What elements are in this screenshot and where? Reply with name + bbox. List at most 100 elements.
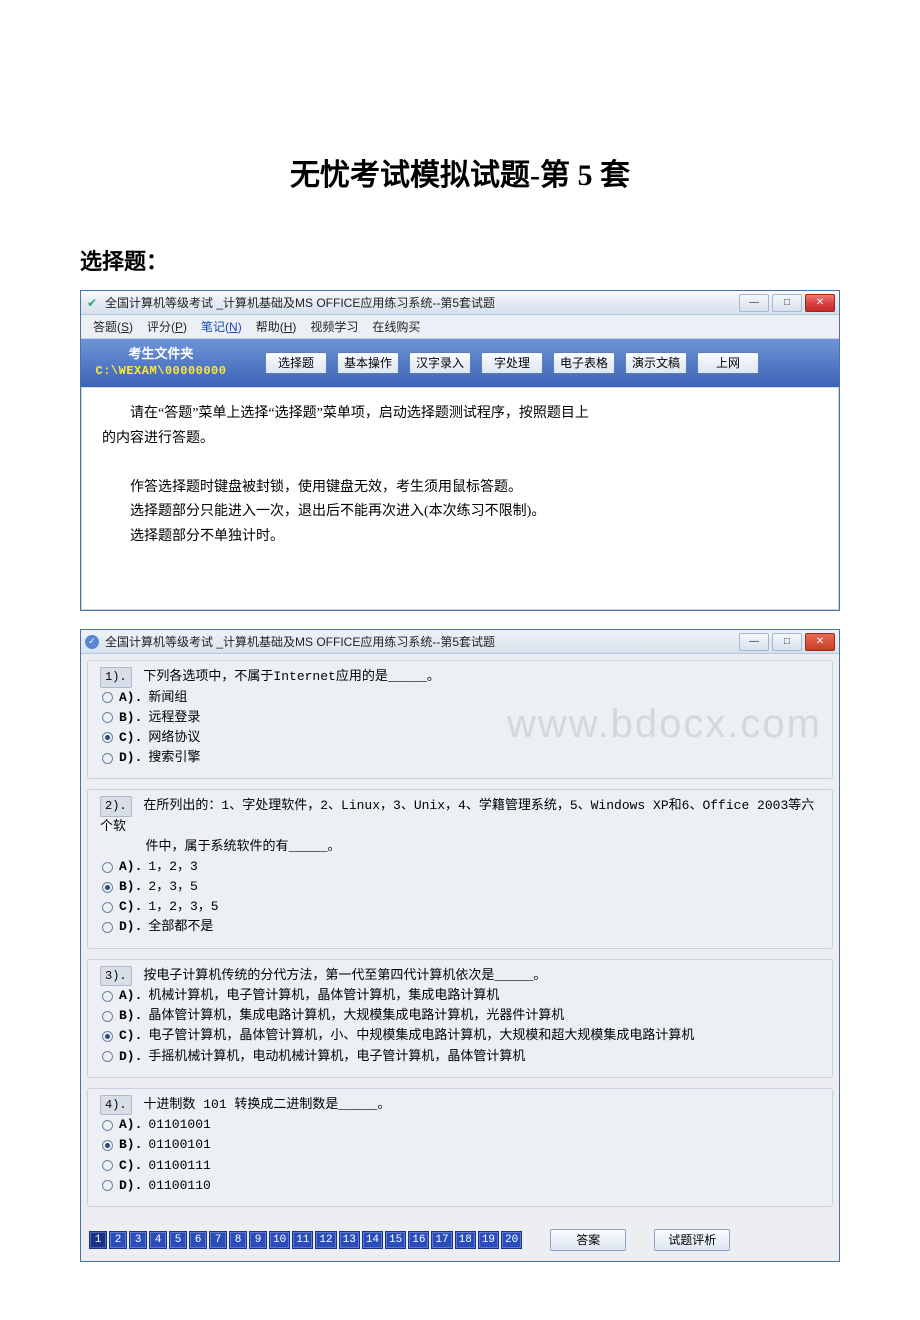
option-text: 晶体管计算机，集成电路计算机，大规模集成电路计算机，光器件计算机	[148, 1006, 564, 1026]
close-button[interactable]: ✕	[805, 294, 835, 312]
menu-item[interactable]: 视频学习	[310, 318, 358, 335]
section-tab[interactable]: 汉字录入	[409, 352, 471, 374]
radio-icon[interactable]	[102, 1160, 113, 1171]
page-button[interactable]: 6	[189, 1231, 207, 1249]
instruction-line: 选择题部分不单独计时。	[102, 525, 818, 550]
titlebar: ✔ 全国计算机等级考试 _计算机基础及MS OFFICE应用练习系统--第5套试…	[81, 291, 839, 315]
page-button[interactable]: 4	[149, 1231, 167, 1249]
app-icon: ✔	[85, 296, 99, 310]
section-tab[interactable]: 电子表格	[553, 352, 615, 374]
exam-folder-box: 考生文件夹 C:\WEXAM\00000000	[81, 343, 241, 383]
radio-icon[interactable]	[102, 753, 113, 764]
page-button[interactable]: 1	[89, 1231, 107, 1249]
option-row[interactable]: D). 手摇机械计算机，电动机械计算机，电子管计算机，晶体管计算机	[100, 1047, 820, 1067]
close-button[interactable]: ✕	[805, 633, 835, 651]
option-row[interactable]: C). 电子管计算机，晶体管计算机，小、中规模集成电路计算机，大规模和超大规模集…	[100, 1026, 820, 1046]
option-text: 01100111	[148, 1156, 210, 1176]
answers-button[interactable]: 答案	[550, 1229, 626, 1251]
menu-item[interactable]: 笔记(N)	[201, 318, 242, 335]
option-label: B).	[119, 708, 142, 728]
radio-icon[interactable]	[102, 1140, 113, 1151]
instruction-line: 请在“答题”菜单上选择“选择题”菜单项，启动选择题测试程序，按照题目上	[102, 402, 818, 427]
option-text: 1，2，3，5	[148, 897, 218, 917]
page-button[interactable]: 12	[315, 1231, 336, 1249]
page-button[interactable]: 19	[478, 1231, 499, 1249]
maximize-button[interactable]: □	[772, 633, 802, 651]
section-tab[interactable]: 选择题	[265, 352, 327, 374]
option-label: C).	[119, 1026, 142, 1046]
page-button[interactable]: 7	[209, 1231, 227, 1249]
page-button[interactable]: 10	[269, 1231, 290, 1249]
menu-item[interactable]: 答题(S)	[93, 318, 133, 335]
radio-icon[interactable]	[102, 882, 113, 893]
document-title: 无忧考试模拟试题-第 5 套	[80, 150, 840, 194]
radio-icon[interactable]	[102, 902, 113, 913]
minimize-button[interactable]: ―	[739, 294, 769, 312]
option-row[interactable]: C). 网络协议	[100, 728, 820, 748]
radio-icon[interactable]	[102, 712, 113, 723]
page-button[interactable]: 17	[431, 1231, 452, 1249]
option-row[interactable]: B). 远程登录	[100, 708, 820, 728]
option-text: 远程登录	[148, 708, 200, 728]
option-row[interactable]: B). 晶体管计算机，集成电路计算机，大规模集成电路计算机，光器件计算机	[100, 1006, 820, 1026]
radio-icon[interactable]	[102, 732, 113, 743]
folder-label: 考生文件夹	[87, 345, 235, 363]
page-button[interactable]: 5	[169, 1231, 187, 1249]
option-row[interactable]: C). 1，2，3，5	[100, 897, 820, 917]
question-text: 按电子计算机传统的分代方法，第一代至第四代计算机依次是_____。	[136, 968, 547, 983]
question-block: 3). 按电子计算机传统的分代方法，第一代至第四代计算机依次是_____。A).…	[87, 959, 833, 1078]
menu-item[interactable]: 评分(P)	[147, 318, 187, 335]
menu-item[interactable]: 在线购买	[372, 318, 420, 335]
option-text: 01100110	[148, 1176, 210, 1196]
page-button[interactable]: 14	[362, 1231, 383, 1249]
questions-window: ✓ 全国计算机等级考试 _计算机基础及MS OFFICE应用练习系统--第5套试…	[80, 629, 840, 1262]
section-tab[interactable]: 上网	[697, 352, 759, 374]
option-row[interactable]: B). 01100101	[100, 1135, 820, 1155]
option-text: 搜索引擎	[148, 748, 200, 768]
page-button[interactable]: 3	[129, 1231, 147, 1249]
section-tab[interactable]: 演示文稿	[625, 352, 687, 374]
page-button[interactable]: 2	[109, 1231, 127, 1249]
maximize-button[interactable]: □	[772, 294, 802, 312]
page-button[interactable]: 9	[249, 1231, 267, 1249]
option-label: B).	[119, 1006, 142, 1026]
radio-icon[interactable]	[102, 922, 113, 933]
radio-icon[interactable]	[102, 1180, 113, 1191]
option-label: C).	[119, 1156, 142, 1176]
radio-icon[interactable]	[102, 1011, 113, 1022]
page-button[interactable]: 8	[229, 1231, 247, 1249]
option-row[interactable]: A). 1，2，3	[100, 857, 820, 877]
radio-icon[interactable]	[102, 991, 113, 1002]
option-row[interactable]: A). 01101001	[100, 1115, 820, 1135]
analysis-button[interactable]: 试题评析	[654, 1229, 730, 1251]
option-row[interactable]: B). 2，3，5	[100, 877, 820, 897]
question-number: 2).	[100, 796, 132, 817]
page-button[interactable]: 20	[501, 1231, 522, 1249]
option-row[interactable]: C). 01100111	[100, 1156, 820, 1176]
question-text: 在所列出的：1、字处理软件，2、Linux，3、Unix，4、学籍管理系统，5、…	[100, 798, 814, 834]
option-row[interactable]: A). 机械计算机，电子管计算机，晶体管计算机，集成电路计算机	[100, 986, 820, 1006]
radio-icon[interactable]	[102, 1031, 113, 1042]
radio-icon[interactable]	[102, 1051, 113, 1062]
page-button[interactable]: 11	[292, 1231, 313, 1249]
minimize-button[interactable]: ―	[739, 633, 769, 651]
page-button[interactable]: 18	[455, 1231, 476, 1249]
page-button[interactable]: 15	[385, 1231, 406, 1249]
option-text: 2，3，5	[148, 877, 197, 897]
option-row[interactable]: D). 搜索引擎	[100, 748, 820, 768]
section-tab[interactable]: 字处理	[481, 352, 543, 374]
option-row[interactable]: D). 全部都不是	[100, 917, 820, 937]
radio-icon[interactable]	[102, 1120, 113, 1131]
page-button[interactable]: 13	[339, 1231, 360, 1249]
titlebar: ✓ 全国计算机等级考试 _计算机基础及MS OFFICE应用练习系统--第5套试…	[81, 630, 839, 654]
option-text: 新闻组	[148, 688, 187, 708]
section-tab[interactable]: 基本操作	[337, 352, 399, 374]
radio-icon[interactable]	[102, 862, 113, 873]
option-text: 电子管计算机，晶体管计算机，小、中规模集成电路计算机，大规模和超大规模集成电路计…	[148, 1026, 694, 1046]
page-button[interactable]: 16	[408, 1231, 429, 1249]
option-row[interactable]: D). 01100110	[100, 1176, 820, 1196]
radio-icon[interactable]	[102, 692, 113, 703]
option-row[interactable]: A). 新闻组	[100, 688, 820, 708]
question-text: 十进制数 101 转换成二进制数是_____。	[136, 1097, 391, 1112]
menu-item[interactable]: 帮助(H)	[256, 318, 297, 335]
